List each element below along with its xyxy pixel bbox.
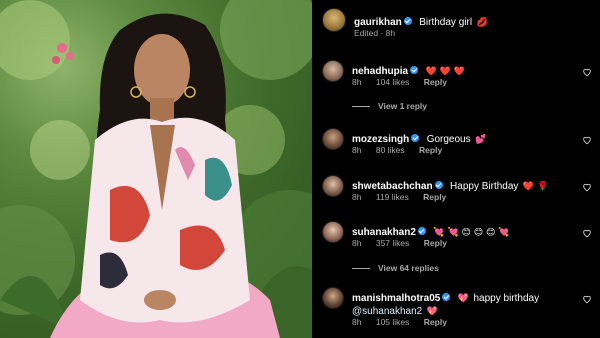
comment-item: shwetabachchan Happy Birthday ❤️ 🌹 8h 11… [322,175,592,215]
comment-text: Gorgeous [426,134,471,145]
post-caption: gaurikhan Birthday girl 💋 Edited · 8h [322,8,592,42]
username-link[interactable]: nehadhupia [352,66,408,77]
verified-badge-icon [434,181,443,189]
view-replies-label: View 1 reply [378,101,427,111]
comment-time: 8h [352,192,362,202]
username-link[interactable]: shwetabachchan [352,181,433,192]
avatar[interactable] [322,8,346,32]
comment-emoji: ❤️ 🌹 [522,182,549,192]
comment-time: 8h [352,145,362,155]
comment-item: suhanakhan2 💘 💘 😊 😊 😊 💘 8h 357 likes Rep… [322,221,592,261]
reply-button[interactable]: Reply [423,192,446,202]
username-link[interactable]: mozezsingh [352,134,409,145]
comment-emoji: 💘 💘 😊 😊 😊 💘 [433,228,510,238]
caption-meta: Edited · 8h [354,28,396,38]
reply-button[interactable]: Reply [424,238,447,248]
verified-badge-icon [417,227,426,235]
reply-button[interactable]: Reply [424,317,447,327]
comment-time: 8h [352,238,362,248]
username-link[interactable]: suhanakhan2 [352,227,416,238]
comment-emoji: 💖 [426,307,438,317]
comment-likes[interactable]: 357 likes [376,238,410,248]
comment-text: happy birthday [473,293,540,304]
mention-link[interactable]: @suhanakhan2 [352,306,422,317]
like-heart-icon[interactable] [582,182,592,192]
reply-button[interactable]: Reply [419,145,442,155]
comment-emoji: ❤️ ❤️ ❤️ [425,67,465,77]
comment-emoji: 💖 [457,294,470,304]
caption-emoji: 💋 [476,18,488,28]
verified-badge-icon [442,293,451,301]
verified-badge-icon [410,66,419,74]
caption-text: Birthday girl [419,17,473,28]
avatar[interactable] [322,128,344,150]
like-heart-icon[interactable] [582,135,592,145]
avatar[interactable] [322,60,344,82]
avatar[interactable] [322,287,344,309]
avatar[interactable] [322,175,344,197]
comment-likes[interactable]: 80 likes [376,145,405,155]
comment-text: Happy Birthday [450,181,519,192]
post-photo [0,0,312,338]
divider [352,106,370,108]
avatar[interactable] [322,221,344,243]
comment-time: 8h [352,317,362,327]
comment-item: nehadhupia ❤️ ❤️ ❤️ 8h 104 likes Reply [322,60,592,100]
comment-likes[interactable]: 119 likes [376,192,409,202]
view-replies-button[interactable]: View 1 reply [352,101,427,111]
view-replies-label: View 64 replies [378,263,439,273]
divider [352,268,370,270]
like-heart-icon[interactable] [582,294,592,304]
comment-time: 8h [352,77,362,87]
like-heart-icon[interactable] [582,67,592,77]
username-link[interactable]: gaurikhan [354,17,402,28]
verified-badge-icon [403,17,412,25]
comments-panel: gaurikhan Birthday girl 💋 Edited · 8h ne… [312,0,600,338]
photo-illustration [0,0,312,338]
comment-emoji: 💕 [475,135,487,145]
comment-item: mozezsingh Gorgeous 💕 8h 80 likes Reply [322,128,592,168]
comment-item: manishmalhotra05 💖 happy birthday @suhan… [322,287,592,333]
like-heart-icon[interactable] [582,228,592,238]
comment-likes[interactable]: 104 likes [376,77,410,87]
verified-badge-icon [411,134,420,142]
comment-likes[interactable]: 105 likes [376,317,410,327]
reply-button[interactable]: Reply [424,77,447,87]
view-replies-button[interactable]: View 64 replies [352,263,439,273]
